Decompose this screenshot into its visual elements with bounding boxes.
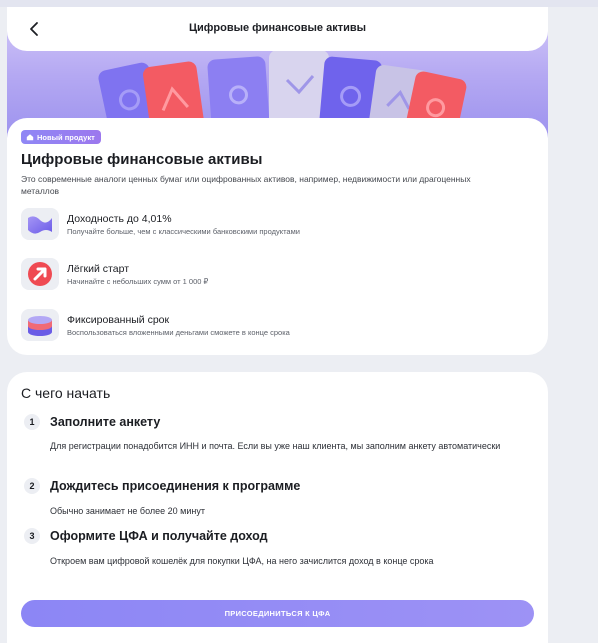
top-strip [0,0,598,7]
arrow-up-right-icon [21,258,59,290]
product-title: Цифровые финансовые активы [21,151,263,168]
new-product-badge: Новый продукт [21,130,101,144]
product-description: Это современные аналоги ценных бумаг или… [21,174,471,196]
step-description: Откроем вам цифровой кошелёк для покупки… [50,556,434,566]
step-description: Обычно занимает не более 20 минут [50,506,205,516]
step-title: Дождитесь присоединения к программе [50,479,301,493]
badge-label: Новый продукт [37,132,95,142]
step-number: 1 [24,414,40,430]
join-cfa-button[interactable]: ПРИСОЕДИНИТЬСЯ К ЦФА [21,600,534,627]
how-to-card: С чего начать 1 Заполните анкету Для рег… [7,372,548,643]
section-title: С чего начать [21,385,111,401]
page-title: Цифровые финансовые активы [188,22,367,34]
step-number: 3 [24,528,40,544]
feature-yield: Доходность до 4,01% Получайте больше, че… [21,208,521,240]
step-description: Для регистрации понадобится ИНН и почта.… [50,441,501,451]
feature-fixed-term: Фиксированный срок Воспользоваться вложе… [21,309,521,341]
step-title: Оформите ЦФА и получайте доход [50,529,268,543]
stack-icon [21,309,59,341]
feature-title: Фиксированный срок [67,314,170,326]
feature-subtitle: Воспользоваться вложенными деньгами смож… [67,328,290,337]
feature-subtitle: Получайте больше, чем с классическими ба… [67,227,300,236]
feature-easy-start: Лёгкий старт Начинайте с небольших сумм … [21,258,521,290]
wave-icon [21,208,59,240]
house-icon [26,134,34,141]
step-title: Заполните анкету [50,415,161,429]
top-bar: Цифровые финансовые активы [7,7,548,51]
feature-title: Доходность до 4,01% [67,213,172,225]
feature-title: Лёгкий старт [67,263,130,275]
feature-subtitle: Начинайте с небольших сумм от 1 000 ₽ [67,277,209,286]
step-number: 2 [24,478,40,494]
product-card: Новый продукт Цифровые финансовые активы… [7,118,548,355]
